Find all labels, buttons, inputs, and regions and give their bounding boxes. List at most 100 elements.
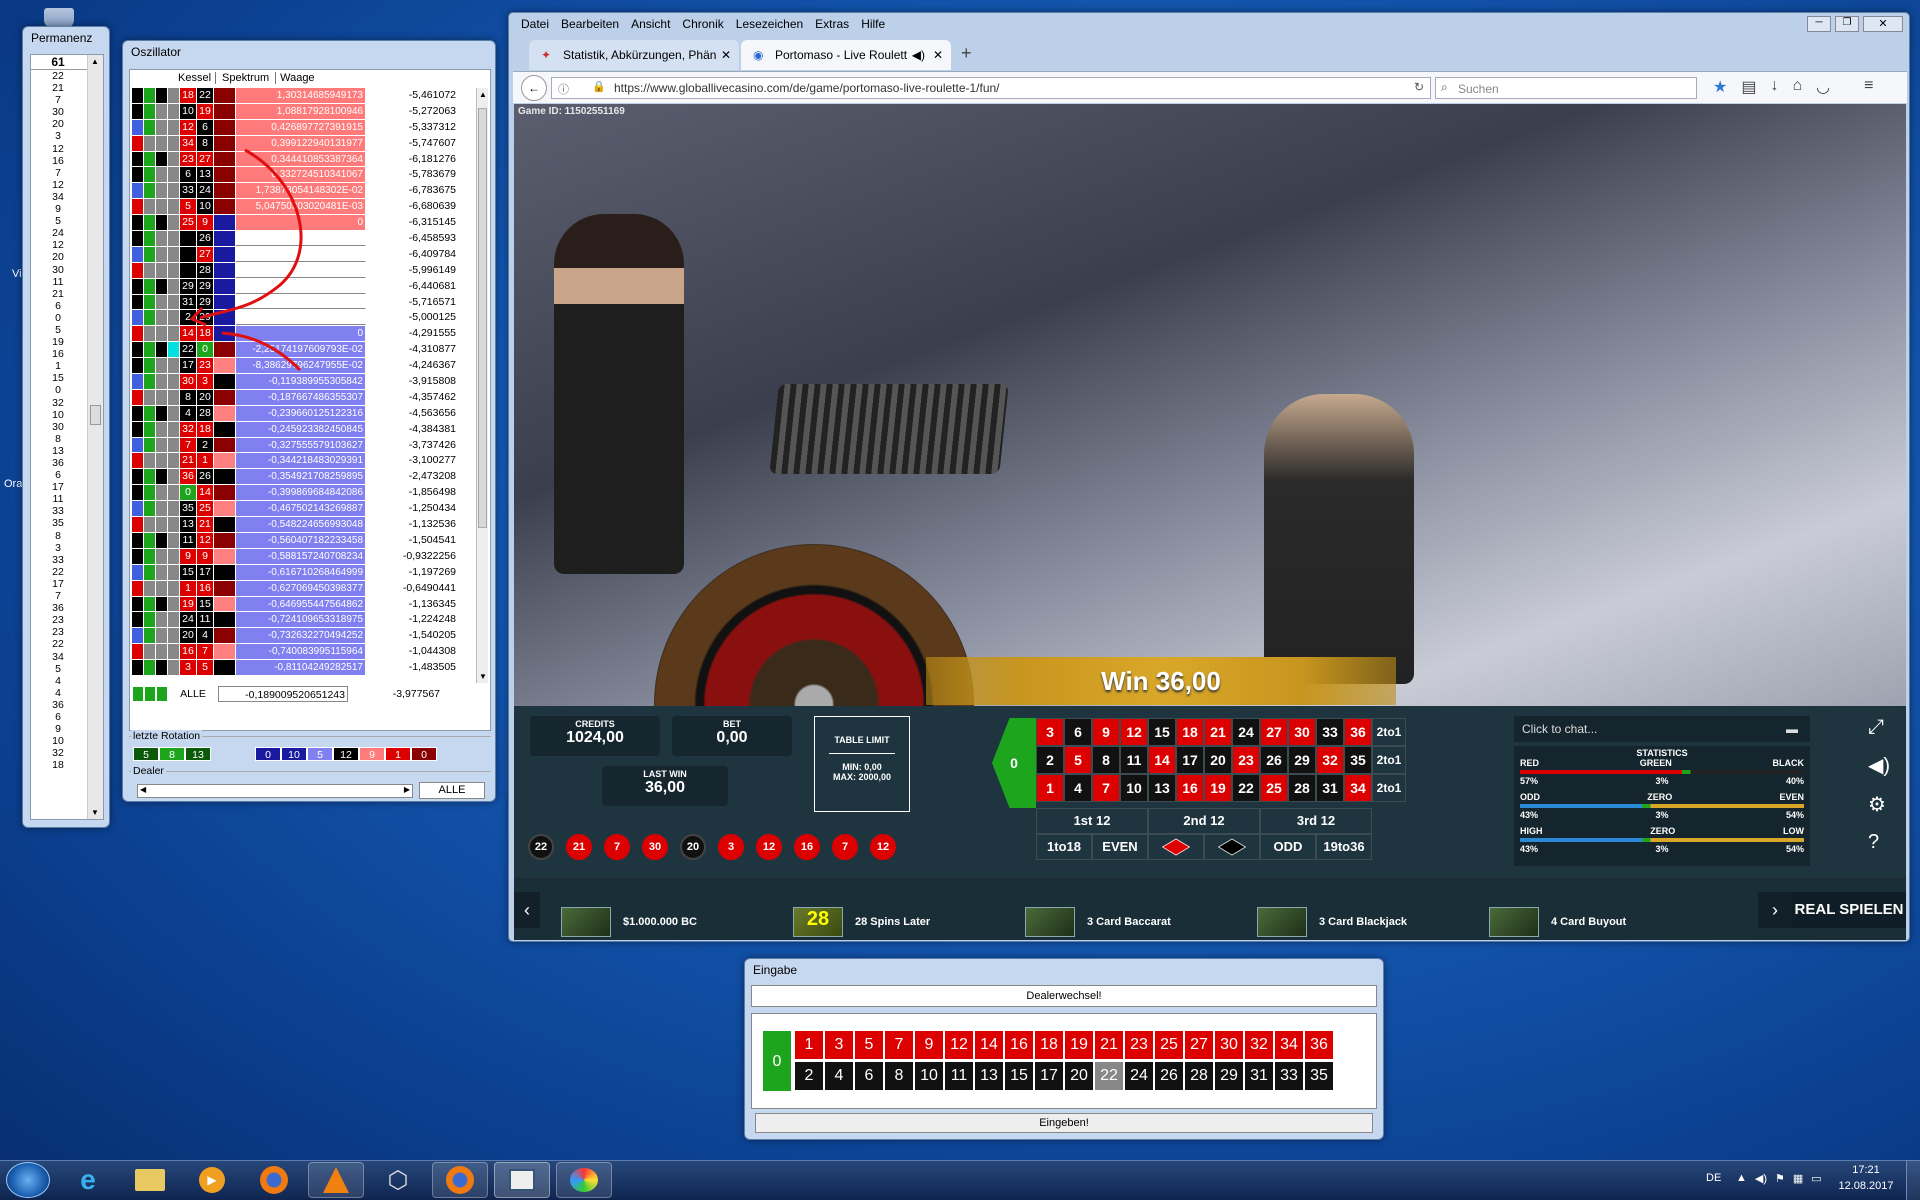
eingabe-number[interactable]: 30 — [1214, 1030, 1244, 1060]
bet-number[interactable]: 36 — [1344, 718, 1372, 746]
eingabe-number[interactable]: 21 — [1094, 1030, 1124, 1060]
bet-number[interactable]: 32 — [1316, 746, 1344, 774]
eingabe-number[interactable]: 5 — [854, 1030, 884, 1060]
tray-display-icon[interactable]: ▭ — [1811, 1172, 1821, 1185]
eingabe-number[interactable]: 3 — [824, 1030, 854, 1060]
close-icon[interactable]: ✕ — [721, 40, 731, 70]
search-box[interactable]: ⌕ Suchen — [1435, 77, 1697, 99]
bet-number[interactable]: 24 — [1232, 718, 1260, 746]
bet-column[interactable]: 2to1 — [1372, 746, 1406, 774]
eingabe-number[interactable]: 26 — [1154, 1061, 1184, 1091]
language-indicator[interactable]: DE — [1706, 1172, 1721, 1184]
bet-number[interactable]: 27 — [1260, 718, 1288, 746]
bet-number[interactable]: 12 — [1120, 718, 1148, 746]
permanenz-list[interactable]: 61 22 21 7 30 20 3 12 16 7 12 34 9 5 24 12 20 30 11 21 6 0 5 1… — [30, 54, 104, 820]
eingabe-number[interactable]: 33 — [1274, 1061, 1304, 1091]
eingabe-number[interactable]: 7 — [884, 1030, 914, 1060]
taskbar-virtualbox-icon[interactable]: ⬡ — [370, 1162, 426, 1198]
eingabe-number[interactable]: 18 — [1034, 1030, 1064, 1060]
eingabe-number[interactable]: 19 — [1064, 1030, 1094, 1060]
dealer-alle-button[interactable]: ALLE — [419, 782, 485, 799]
eingabe-number[interactable]: 20 — [1064, 1061, 1094, 1091]
reload-icon[interactable]: ↻ — [1414, 80, 1424, 94]
bet-dozen[interactable]: 2nd 12 — [1148, 808, 1260, 834]
bet-red[interactable] — [1148, 834, 1204, 860]
eingabe-number[interactable]: 12 — [944, 1030, 974, 1060]
eingabe-number[interactable]: 1 — [794, 1030, 824, 1060]
bet-number[interactable]: 3 — [1036, 718, 1064, 746]
recycle-bin-icon[interactable] — [44, 8, 74, 28]
close-button[interactable]: ✕ — [1863, 16, 1903, 32]
start-button[interactable] — [6, 1162, 50, 1198]
clock[interactable]: 17:21 12.08.2017 — [1836, 1164, 1896, 1192]
promo-item[interactable]: 28 28 Spins Later — [793, 907, 930, 937]
bet-dozen[interactable]: 1st 12 — [1036, 808, 1148, 834]
taskbar-vlc-icon[interactable] — [308, 1162, 364, 1198]
promo-item[interactable]: 3 Card Blackjack — [1257, 907, 1407, 937]
close-icon[interactable]: ✕ — [933, 40, 943, 70]
bet-number[interactable]: 34 — [1344, 774, 1372, 802]
eingabe-number[interactable]: 13 — [974, 1061, 1004, 1091]
bet-number[interactable]: 17 — [1176, 746, 1204, 774]
eingabe-number[interactable]: 35 — [1304, 1061, 1334, 1091]
fullscreen-icon[interactable]: ⤢ — [1868, 716, 1890, 739]
bet-number[interactable]: 18 — [1176, 718, 1204, 746]
eingabe-number[interactable]: 24 — [1124, 1061, 1154, 1091]
menu-chronik[interactable]: Chronik — [682, 17, 723, 31]
tray-flag-icon[interactable]: ⚑ — [1775, 1172, 1785, 1185]
bet-number[interactable]: 5 — [1064, 746, 1092, 774]
eingabe-number[interactable]: 27 — [1184, 1030, 1214, 1060]
tray-volume-icon[interactable]: ◀) — [1755, 1172, 1767, 1185]
chat-box[interactable]: Click to chat... ▬ — [1514, 716, 1810, 742]
bet-number[interactable]: 7 — [1092, 774, 1120, 802]
bet-number[interactable]: 19 — [1204, 774, 1232, 802]
tray-network-icon[interactable]: ▦ — [1793, 1172, 1803, 1185]
taskbar-explorer-icon[interactable] — [122, 1162, 178, 1198]
back-button[interactable]: ← — [521, 75, 547, 101]
menu-bearbeiten[interactable]: Bearbeiten — [561, 17, 619, 31]
eingabe-number[interactable]: 31 — [1244, 1061, 1274, 1091]
dealer-slider[interactable]: ◀ ▶ — [137, 784, 413, 798]
speaker-icon[interactable]: ◀) — [912, 40, 925, 70]
bet-number[interactable]: 29 — [1288, 746, 1316, 774]
bet-number[interactable]: 28 — [1288, 774, 1316, 802]
bet-column[interactable]: 2to1 — [1372, 774, 1406, 802]
eingabe-number[interactable]: 23 — [1124, 1030, 1154, 1060]
settings-gear-icon[interactable]: ⚙ — [1868, 792, 1890, 817]
download-icon[interactable]: ↓ — [1770, 77, 1778, 97]
eingabe-number[interactable]: 28 — [1184, 1061, 1214, 1091]
eingabe-number[interactable]: 11 — [944, 1061, 974, 1091]
bet-number[interactable]: 14 — [1148, 746, 1176, 774]
bet-column[interactable]: 2to1 — [1372, 718, 1406, 746]
menu-datei[interactable]: Datei — [521, 17, 549, 31]
bet-number[interactable]: 11 — [1120, 746, 1148, 774]
bet-number[interactable]: 15 — [1148, 718, 1176, 746]
bet-19to36[interactable]: 19to36 — [1316, 834, 1372, 860]
info-icon[interactable]: ⓘ — [558, 81, 569, 97]
new-tab-button[interactable]: + — [961, 43, 972, 64]
bet-number[interactable]: 8 — [1092, 746, 1120, 774]
tray-arrow-icon[interactable]: ▲ — [1736, 1172, 1747, 1185]
bet-1to18[interactable]: 1to18 — [1036, 834, 1092, 860]
menu-hilfe[interactable]: Hilfe — [861, 17, 885, 31]
reading-list-icon[interactable]: ▤ — [1741, 77, 1756, 97]
menu-lesezeichen[interactable]: Lesezeichen — [736, 17, 803, 31]
taskbar-window-icon[interactable] — [494, 1162, 550, 1198]
sound-icon[interactable]: ◀) — [1868, 753, 1890, 778]
bookmark-star-icon[interactable]: ★ — [1713, 77, 1727, 97]
bet-number[interactable]: 21 — [1204, 718, 1232, 746]
bet-even[interactable]: EVEN — [1092, 834, 1148, 860]
eingabe-number[interactable]: 29 — [1214, 1061, 1244, 1091]
eingabe-number[interactable]: 17 — [1034, 1061, 1064, 1091]
taskbar-firefox2-icon[interactable] — [432, 1162, 488, 1198]
tab-statistik[interactable]: ✦ Statistik, Abkürzungen, Phän ✕ — [529, 40, 739, 70]
next-arrow-button[interactable]: › — [1758, 892, 1792, 928]
bet-number[interactable]: 20 — [1204, 746, 1232, 774]
bet-number[interactable]: 13 — [1148, 774, 1176, 802]
eingabe-number[interactable]: 25 — [1154, 1030, 1184, 1060]
scrollbar[interactable]: ▲ ▼ — [87, 55, 103, 819]
eingabe-number[interactable]: 14 — [974, 1030, 1004, 1060]
menu-icon[interactable]: ≡ — [1864, 77, 1873, 97]
real-spielen-button[interactable]: REAL SPIELEN — [1792, 892, 1906, 928]
eingabe-number[interactable]: 34 — [1274, 1030, 1304, 1060]
